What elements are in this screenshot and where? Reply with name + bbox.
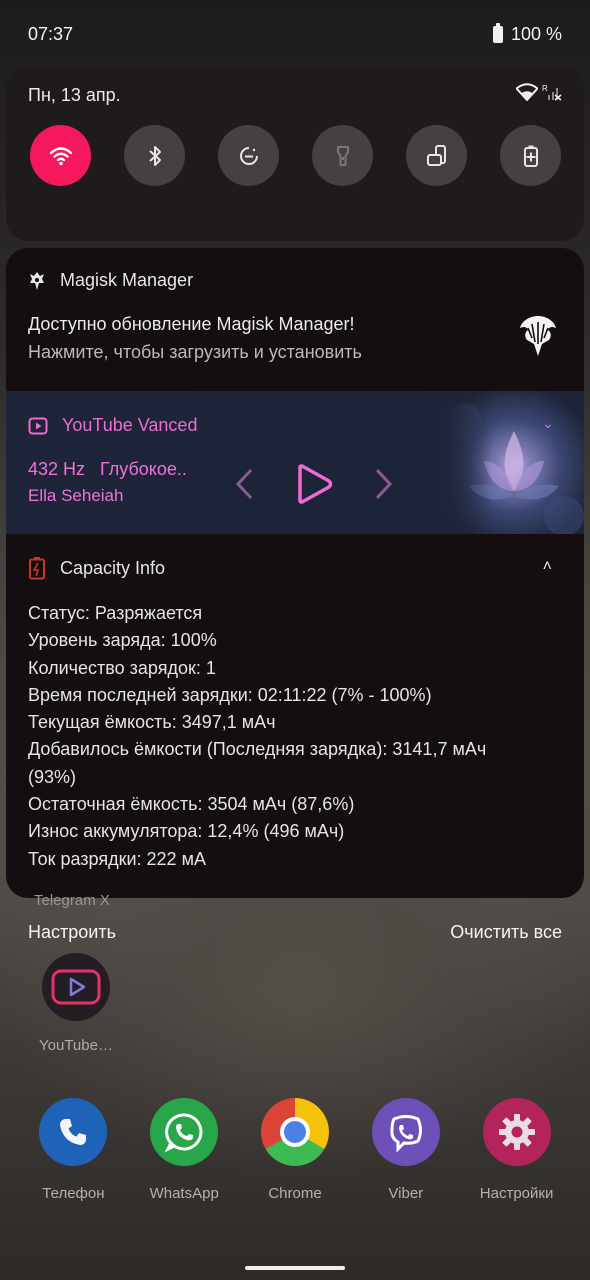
svg-text:R: R bbox=[542, 84, 548, 93]
capacity-line: Время последней зарядки: 02:11:22 (7% - … bbox=[28, 684, 432, 705]
media-controls bbox=[232, 463, 396, 505]
tile-auto-rotate[interactable] bbox=[406, 125, 467, 186]
capacity-details: Статус: Разряжается Уровень заряда: 100%… bbox=[28, 600, 548, 873]
dock-label: Телефон bbox=[42, 1185, 105, 1202]
dock-app-chrome[interactable]: Chrome bbox=[240, 1098, 351, 1202]
rotate-icon bbox=[426, 144, 446, 166]
chrome-icon bbox=[260, 1098, 329, 1166]
cellular-icon: R bbox=[542, 84, 562, 101]
capacity-line: Добавилось ёмкости (Последняя зарядка): … bbox=[28, 739, 487, 760]
dock-app-viber[interactable]: Viber bbox=[350, 1098, 461, 1202]
qs-signal-indicators: R bbox=[516, 83, 562, 101]
telegram-app-label: Telegram X bbox=[34, 892, 110, 909]
configure-button[interactable]: Настроить bbox=[28, 922, 116, 943]
media-expand-chevron-icon[interactable]: ⌄ bbox=[542, 415, 554, 432]
youtube-play-icon bbox=[51, 969, 101, 1005]
lotus-art-image bbox=[446, 403, 584, 536]
collapse-chevron-icon[interactable]: ˄ bbox=[543, 558, 552, 576]
battery-percent: 100 % bbox=[510, 24, 562, 44]
notification-footer: Настроить Очистить все bbox=[0, 922, 590, 950]
magisk-app-row: Magisk Manager bbox=[28, 270, 193, 291]
youtube-vanced-label: YouTube… bbox=[39, 1037, 113, 1054]
quick-settings-panel: Пн, 13 апр. R bbox=[6, 67, 584, 241]
media-app-name: YouTube Vanced bbox=[62, 415, 198, 435]
qs-tiles bbox=[30, 125, 561, 186]
notification-capacity-info[interactable]: Capacity Info ˄ Статус: Разряжается Уров… bbox=[6, 534, 584, 898]
capacity-line: Остаточная ёмкость: 3504 мАч (87,6%) bbox=[28, 794, 355, 815]
app-dock: Телефон WhatsApp Chrome Viber Настройки bbox=[0, 1098, 590, 1202]
gesture-navigation-bar[interactable] bbox=[245, 1266, 345, 1270]
phone-icon bbox=[39, 1098, 108, 1166]
capacity-app-name: Capacity Info bbox=[60, 557, 166, 578]
wifi-icon bbox=[49, 146, 72, 165]
battery-alert-icon bbox=[29, 557, 45, 580]
notification-panel: Magisk Manager Доступно обновление Magis… bbox=[6, 248, 584, 898]
tile-bluetooth[interactable] bbox=[124, 125, 185, 186]
battery-icon bbox=[492, 23, 503, 43]
magisk-small-icon bbox=[30, 271, 44, 290]
media-track-title: 432 Hz Глубокое.. bbox=[28, 459, 187, 479]
capacity-line: Уровень заряда: 100% bbox=[28, 630, 217, 651]
tile-battery-saver[interactable] bbox=[500, 125, 561, 186]
dock-app-whatsapp[interactable]: WhatsApp bbox=[129, 1098, 240, 1202]
capacity-line: Количество зарядок: 1 bbox=[28, 657, 216, 678]
dock-label: WhatsApp bbox=[149, 1185, 219, 1202]
next-track-icon[interactable] bbox=[370, 467, 396, 501]
whatsapp-icon bbox=[150, 1098, 219, 1166]
media-app-row: YouTube Vanced bbox=[28, 415, 197, 436]
viber-icon bbox=[371, 1098, 440, 1166]
flashlight-icon bbox=[336, 145, 349, 166]
qs-date: Пн, 13 апр. bbox=[28, 85, 121, 105]
wifi-status-icon bbox=[516, 83, 538, 101]
battery-saver-icon bbox=[523, 145, 538, 167]
magisk-title: Доступно обновление Magisk Manager! bbox=[28, 314, 355, 334]
media-artist: Ella Seheiah bbox=[28, 486, 124, 505]
status-bar: 07:37 100 % bbox=[0, 0, 590, 66]
status-time: 07:37 bbox=[28, 24, 74, 44]
previous-track-icon[interactable] bbox=[232, 467, 258, 501]
dock-label: Viber bbox=[388, 1185, 424, 1202]
capacity-line: Статус: Разряжается bbox=[28, 603, 203, 623]
settings-gear-icon bbox=[482, 1098, 551, 1166]
capacity-line: Ток разрядки: 222 мА bbox=[28, 848, 206, 869]
battery-status: 100 % bbox=[492, 23, 562, 45]
magisk-app-name: Magisk Manager bbox=[60, 270, 194, 290]
dock-app-phone[interactable]: Телефон bbox=[18, 1098, 129, 1202]
magisk-large-icon bbox=[520, 316, 556, 356]
notification-media-player[interactable]: YouTube Vanced ⌄ 432 Hz Глубокое.. Ella … bbox=[6, 391, 584, 536]
capacity-line: Текущая ёмкость: 3497,1 мАч bbox=[28, 712, 276, 733]
magisk-text: Нажмите, чтобы загрузить и установить bbox=[28, 342, 362, 362]
notification-magisk[interactable]: Magisk Manager Доступно обновление Magis… bbox=[6, 248, 584, 391]
clear-all-button[interactable]: Очистить все bbox=[450, 922, 562, 943]
tile-do-not-disturb[interactable] bbox=[218, 125, 279, 186]
youtube-vanced-shortcut[interactable]: YouTube… bbox=[34, 953, 118, 1054]
tile-flashlight[interactable] bbox=[312, 125, 373, 186]
dock-label: Настройки bbox=[479, 1185, 554, 1202]
tile-wifi[interactable] bbox=[30, 125, 91, 186]
capacity-line: Износ аккумулятора: 12,4% (496 мАч) bbox=[28, 821, 345, 842]
album-art bbox=[444, 391, 584, 536]
capacity-line: (93%) bbox=[28, 766, 77, 787]
youtube-vanced-small-icon bbox=[28, 417, 48, 434]
capacity-app-row: Capacity Info bbox=[28, 556, 165, 580]
dock-app-settings[interactable]: Настройки bbox=[461, 1098, 572, 1202]
dnd-icon bbox=[239, 146, 258, 165]
youtube-vanced-app-icon bbox=[42, 953, 110, 1021]
play-icon[interactable] bbox=[294, 463, 334, 505]
bluetooth-icon bbox=[148, 145, 161, 166]
dock-label: Chrome bbox=[268, 1185, 322, 1202]
